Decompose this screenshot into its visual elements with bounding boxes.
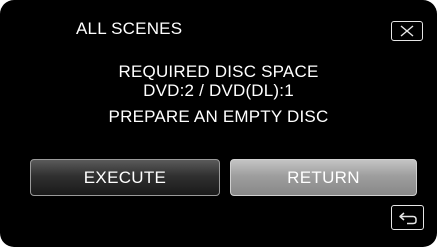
close-button[interactable]	[391, 21, 423, 41]
required-space-label: REQUIRED DISC SPACE	[118, 62, 319, 81]
dialog-screen: ALL SCENES REQUIRED DISC SPACE DVD:2 / D…	[0, 0, 437, 247]
return-arrow-icon	[398, 211, 417, 224]
execute-button[interactable]: EXECUTE	[30, 159, 220, 196]
disc-count-text: DVD:2 / DVD(DL):1	[143, 81, 294, 100]
screen-title: ALL SCENES	[76, 19, 183, 38]
return-button-label: RETURN	[287, 167, 360, 187]
close-icon	[400, 25, 414, 37]
back-button[interactable]	[391, 205, 424, 230]
execute-button-label: EXECUTE	[83, 167, 167, 187]
return-button[interactable]: RETURN	[230, 159, 417, 196]
prepare-disc-text: PREPARE AN EMPTY DISC	[108, 107, 329, 126]
